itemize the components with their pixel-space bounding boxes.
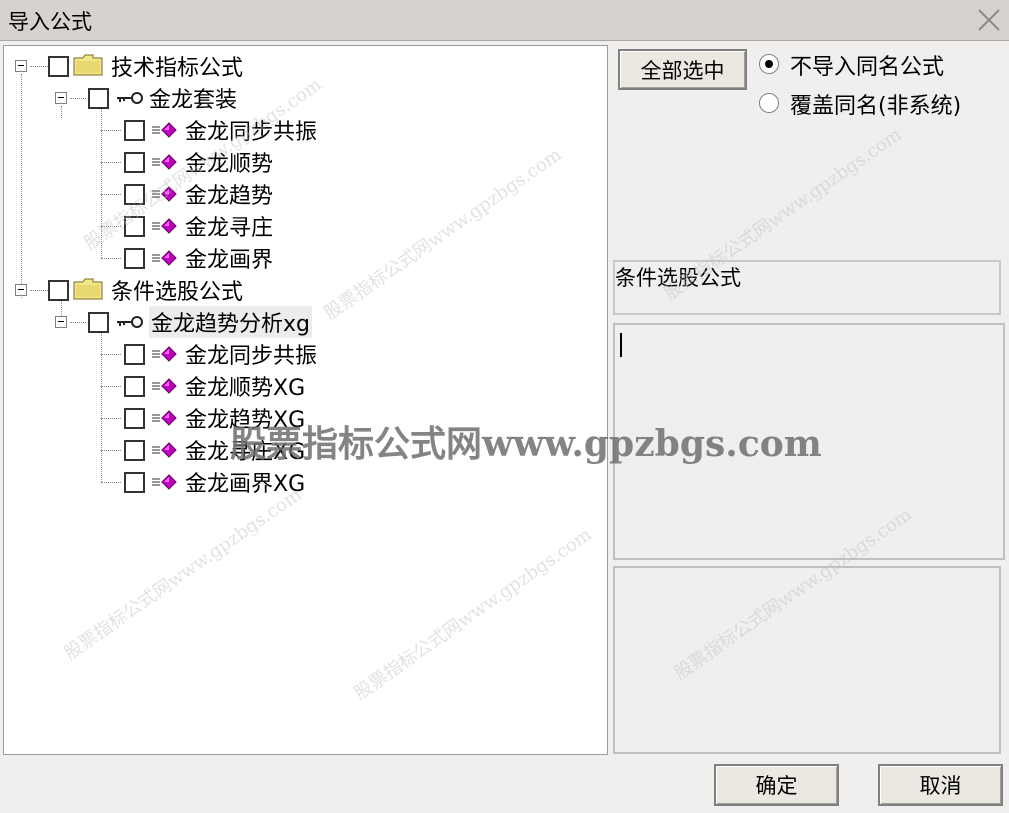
tree-node-group[interactable]: 技术指标公式 <box>48 51 243 81</box>
tree-node-label: 技术指标公式 <box>111 56 244 81</box>
tree-node-label: 金龙画界 <box>185 248 274 273</box>
checkbox[interactable] <box>124 375 145 397</box>
checkbox[interactable] <box>124 471 145 493</box>
key-icon <box>115 312 145 332</box>
tree-node-formula[interactable]: 金龙顺势 <box>124 147 273 177</box>
tree-node-formula[interactable]: 金龙顺势XG <box>124 371 305 401</box>
checkbox[interactable] <box>124 215 145 237</box>
watermark-text: 股票指标公式网www.gpzbgs.com <box>230 423 822 465</box>
tree-node-group[interactable]: 条件选股公式 <box>48 275 243 305</box>
tree-node-label-selected: 金龙趋势分析xg <box>149 306 312 338</box>
tree-node-label: 金龙套装 <box>149 88 238 113</box>
checkbox[interactable] <box>124 119 145 141</box>
tree-node-label: 金龙顺势 <box>185 152 274 177</box>
checkbox[interactable] <box>124 407 145 429</box>
collapse-toggle[interactable] <box>55 92 67 104</box>
select-all-button[interactable]: 全部选中 <box>618 49 747 90</box>
tree-guide-line <box>61 106 62 118</box>
checkbox[interactable] <box>124 439 145 461</box>
key-icon <box>115 88 145 108</box>
title-bar: 导入公式 <box>0 0 1009 41</box>
collapse-toggle[interactable] <box>55 316 67 328</box>
checkbox[interactable] <box>124 247 145 269</box>
tree-node-label: 金龙同步共振 <box>185 344 318 369</box>
tree-guide-line <box>101 226 121 227</box>
tree-node-formula[interactable]: 金龙同步共振 <box>124 339 317 369</box>
radio-label: 覆盖同名(非系统) <box>790 94 962 119</box>
tree-guide-line <box>101 482 121 483</box>
tree-guide-line <box>70 322 86 323</box>
text-caret <box>620 333 622 357</box>
formula-gem-icon <box>151 152 181 172</box>
formula-gem-icon <box>151 440 181 460</box>
preview-box <box>613 566 1001 754</box>
close-icon[interactable] <box>975 6 1003 34</box>
formula-gem-icon <box>151 376 181 396</box>
formula-gem-icon <box>151 344 181 364</box>
radio-no-import-same[interactable] <box>759 54 779 74</box>
formula-tree[interactable]: 技术指标公式 金龙套装 金龙同步共振 金龙顺势 金龙趋势 金龙寻庄 金龙画界 条… <box>3 45 608 755</box>
import-formula-dialog: 导入公式 技术指标公式 金龙套装 金龙同步共振 金龙顺势 金龙趋势 金龙寻庄 金… <box>0 0 1009 813</box>
tree-node-formula[interactable]: 金龙同步共振 <box>124 115 317 145</box>
tree-guide-line <box>101 450 121 451</box>
folder-icon <box>73 54 105 78</box>
formula-gem-icon <box>151 120 181 140</box>
collapse-toggle[interactable] <box>15 60 27 72</box>
tree-guide-line <box>101 130 121 131</box>
radio-overwrite-same[interactable] <box>759 93 779 113</box>
collapse-toggle[interactable] <box>15 284 27 296</box>
tree-guide-line <box>101 330 102 482</box>
tree-guide-line <box>101 354 121 355</box>
tree-node-label: 金龙寻庄 <box>185 216 274 241</box>
tree-guide-line <box>101 106 102 258</box>
tree-node-label: 金龙同步共振 <box>185 120 318 145</box>
tree-guide-line <box>70 98 86 99</box>
tree-guide-line <box>30 290 48 291</box>
formula-gem-icon <box>151 184 181 204</box>
formula-gem-icon <box>151 472 181 492</box>
formula-gem-icon <box>151 216 181 236</box>
checkbox[interactable] <box>124 151 145 173</box>
tree-node-formula[interactable]: 金龙寻庄 <box>124 211 273 241</box>
tree-node-set[interactable]: 金龙套装 <box>88 83 237 113</box>
tree-node-label: 金龙画界XG <box>185 472 306 497</box>
tree-guide-line <box>101 258 121 259</box>
checkbox[interactable] <box>88 87 109 109</box>
formula-gem-icon <box>151 408 181 428</box>
checkbox[interactable] <box>124 343 145 365</box>
tree-guide-line <box>30 66 48 67</box>
tree-guide-line <box>21 74 22 298</box>
tree-guide-line <box>101 194 121 195</box>
category-text: 条件选股公式 <box>615 266 741 290</box>
checkbox[interactable] <box>124 183 145 205</box>
tree-node-formula[interactable]: 金龙画界XG <box>124 467 305 497</box>
cancel-button[interactable]: 取消 <box>878 764 1003 806</box>
tree-node-formula[interactable]: 金龙趋势 <box>124 179 273 209</box>
tree-guide-line <box>101 418 121 419</box>
tree-node-label: 金龙趋势 <box>185 184 274 209</box>
radio-label: 不导入同名公式 <box>790 55 945 80</box>
ok-button[interactable]: 确定 <box>714 764 839 806</box>
tree-guide-line <box>101 386 121 387</box>
dialog-title: 导入公式 <box>8 10 92 34</box>
checkbox[interactable] <box>48 55 69 77</box>
tree-node-label: 金龙顺势XG <box>185 376 306 401</box>
tree-node-set[interactable]: 金龙趋势分析xg <box>88 306 312 338</box>
tree-node-formula[interactable]: 金龙画界 <box>124 243 273 273</box>
checkbox[interactable] <box>88 311 109 333</box>
tree-guide-line <box>101 162 121 163</box>
tree-node-label: 条件选股公式 <box>111 280 244 305</box>
folder-icon <box>73 278 105 302</box>
category-info-box: 条件选股公式 <box>613 260 1001 315</box>
formula-gem-icon <box>151 248 181 268</box>
checkbox[interactable] <box>48 279 69 301</box>
